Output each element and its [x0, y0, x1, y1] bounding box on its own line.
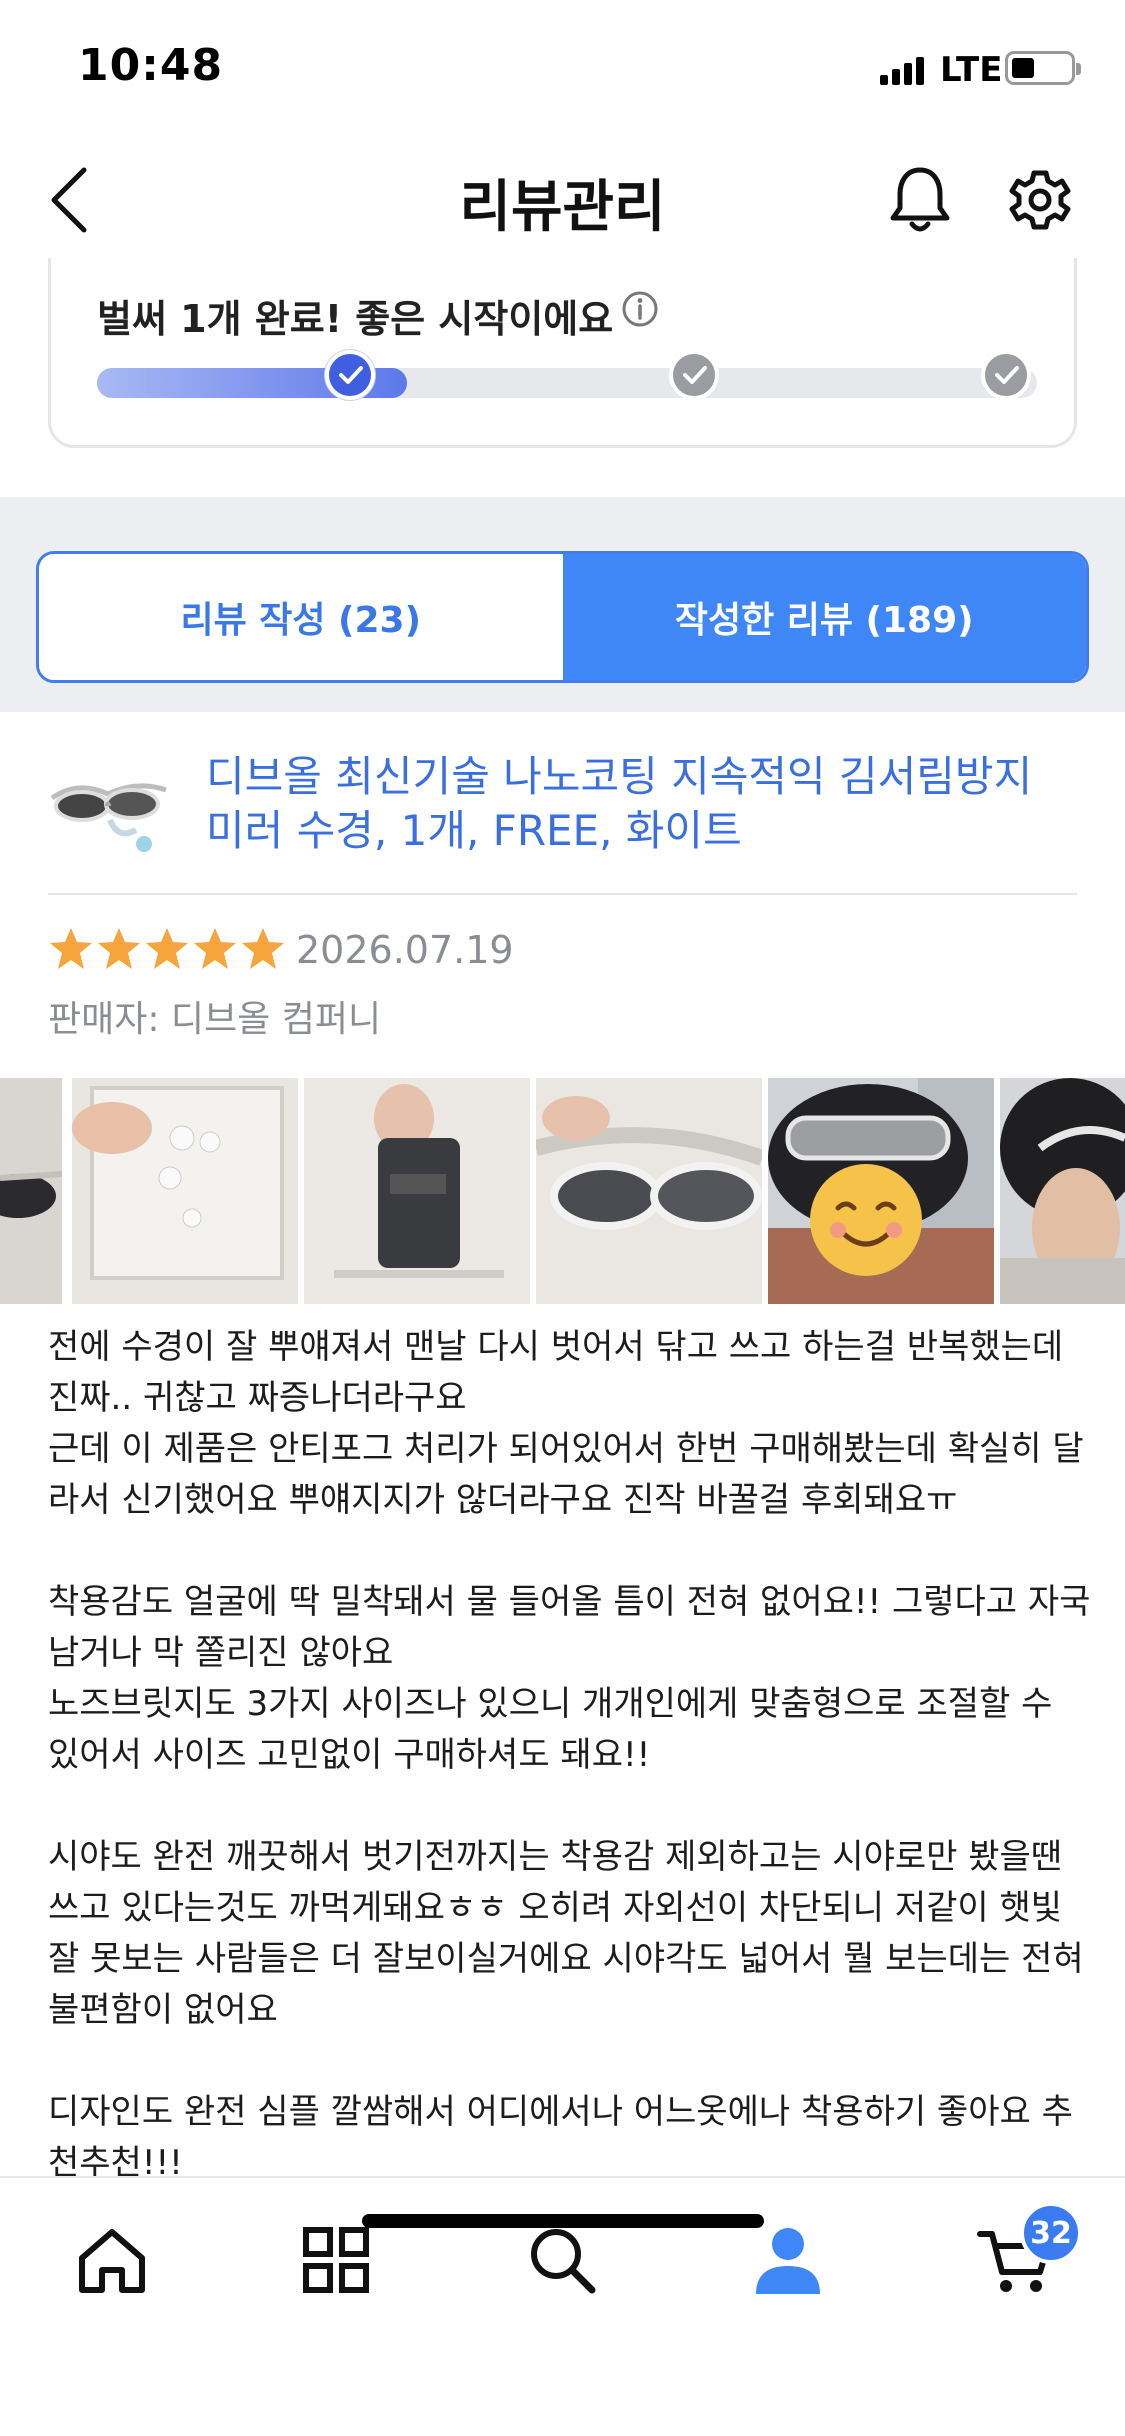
- product-thumbnail[interactable]: [48, 760, 172, 860]
- star-icon: [194, 928, 236, 969]
- bell-icon: [890, 167, 950, 232]
- progress-step-1: [325, 350, 375, 400]
- review-line: 있어서 사이즈 고민없이 구매하셔도 돼요!!: [48, 1735, 651, 1775]
- review-photo[interactable]: [304, 1078, 530, 1304]
- product-name-line2: 미러 수경, 1개, FREE, 화이트: [206, 806, 742, 855]
- review-photo[interactable]: [72, 1078, 298, 1304]
- review-photo[interactable]: [768, 1078, 994, 1304]
- review-photo[interactable]: [1000, 1078, 1125, 1304]
- progress-message: 벌써 1개 완료! 좋은 시작이에요: [97, 297, 614, 341]
- tab-written-reviews[interactable]: 작성한 리뷰 (189): [562, 554, 1086, 680]
- info-circle-icon[interactable]: [621, 290, 659, 328]
- check-icon: [683, 366, 707, 384]
- product-name-link[interactable]: 디브올 최신기술 나노코팅 지속적익 김서림방지 미러 수경, 1개, FREE…: [206, 750, 1086, 858]
- review-line: 잘 못보는 사람들은 더 잘보이실거에요 시야각도 넓어서 뭘 보는데는 전혀: [48, 1939, 1084, 1979]
- notification-button[interactable]: [884, 162, 956, 238]
- product-name-line1: 디브올 최신기술 나노코팅 지속적익 김서림방지: [206, 752, 1033, 801]
- section-divider: [0, 497, 1125, 515]
- grid-icon: [303, 2227, 369, 2293]
- signal-icon: [880, 55, 926, 85]
- review-line: 쓰고 있다는것도 까먹게돼요ㅎㅎ 오히려 자외선이 차단되니 저같이 햇빛: [48, 1888, 1063, 1928]
- review-photo[interactable]: [536, 1078, 762, 1304]
- review-body: 전에 수경이 잘 뿌얘져서 맨날 다시 벗어서 닦고 쓰고 하는걸 반복했는데진…: [48, 1322, 1091, 2189]
- review-date: 2026.07.19: [296, 928, 514, 972]
- progress-step-3: [981, 350, 1031, 400]
- home-indicator[interactable]: [362, 2214, 764, 2228]
- home-icon: [79, 2229, 145, 2293]
- nav-home[interactable]: [72, 2220, 152, 2300]
- divider: [48, 893, 1077, 895]
- header: 리뷰관리: [0, 140, 1125, 260]
- check-icon: [339, 366, 363, 384]
- status-bar: 10:48 LTE: [0, 0, 1125, 140]
- cart-count-badge: 32: [1020, 2202, 1082, 2264]
- review-line: 노즈브릿지도 3가지 사이즈나 있으니 개개인에게 맞춤형으로 조절할 수: [48, 1684, 1053, 1724]
- star-icon: [146, 928, 188, 969]
- star-icon: [242, 928, 284, 969]
- status-time: 10:48: [78, 40, 224, 91]
- settings-button[interactable]: [1004, 162, 1076, 238]
- review-line: 라서 신기했어요 뿌얘지지가 않더라구요 진작 바꿀걸 후회돼요ㅠ: [48, 1480, 958, 1520]
- star-rating: [48, 926, 286, 972]
- nav-categories[interactable]: [296, 2220, 376, 2300]
- review-photos[interactable]: [0, 1078, 1125, 1304]
- battery-icon: [1005, 51, 1081, 85]
- search-icon: [531, 2229, 596, 2294]
- review-line: 근데 이 제품은 안티포그 처리가 되어있어서 한번 구매해봤는데 확실히 달: [48, 1429, 1084, 1469]
- tab-write-review[interactable]: 리뷰 작성 (23): [39, 554, 563, 680]
- seller-name: 판매자: 디브올 컴퍼니: [48, 999, 382, 1040]
- product-row[interactable]: 디브올 최신기술 나노코팅 지속적익 김서림방지 미러 수경, 1개, FREE…: [48, 740, 1077, 895]
- review-line: 시야도 완전 깨끗해서 벗기전까지는 착용감 제외하고는 시야로만 봤을땐: [48, 1837, 1063, 1877]
- review-tabs: 리뷰 작성 (23) 작성한 리뷰 (189): [36, 551, 1089, 683]
- progress-bar: [97, 368, 1037, 398]
- review-line: 불편함이 없어요: [48, 1990, 278, 2030]
- gear-icon: [1009, 170, 1071, 230]
- review-photo[interactable]: [0, 1078, 62, 1304]
- review-line: 진짜.. 귀찮고 짜증나더라구요: [48, 1378, 467, 1418]
- progress-card: 벌써 1개 완료! 좋은 시작이에요: [48, 258, 1077, 448]
- review-line: 남거나 막 쫄리진 않아요: [48, 1633, 394, 1673]
- review-line: 전에 수경이 잘 뿌얘져서 맨날 다시 벗어서 닦고 쓰고 하는걸 반복했는데: [48, 1327, 1064, 1367]
- network-label: LTE: [940, 50, 1003, 90]
- star-icon: [98, 928, 140, 969]
- user-icon: [756, 2228, 820, 2294]
- review-line: 착용감도 얼굴에 딱 밀착돼서 물 들어올 틈이 전혀 없어요!! 그렇다고 자…: [48, 1582, 1091, 1622]
- page-title: 리뷰관리: [459, 175, 666, 240]
- nav-search[interactable]: [522, 2220, 602, 2300]
- star-icon: [50, 928, 92, 969]
- review-line: 디자인도 완전 심플 깔쌈해서 어디에서나 어느옷에나 착용하기 좋아요 추: [48, 2092, 1073, 2132]
- nav-my-page[interactable]: [748, 2220, 828, 2300]
- progress-step-2: [669, 350, 719, 400]
- check-icon: [995, 366, 1019, 384]
